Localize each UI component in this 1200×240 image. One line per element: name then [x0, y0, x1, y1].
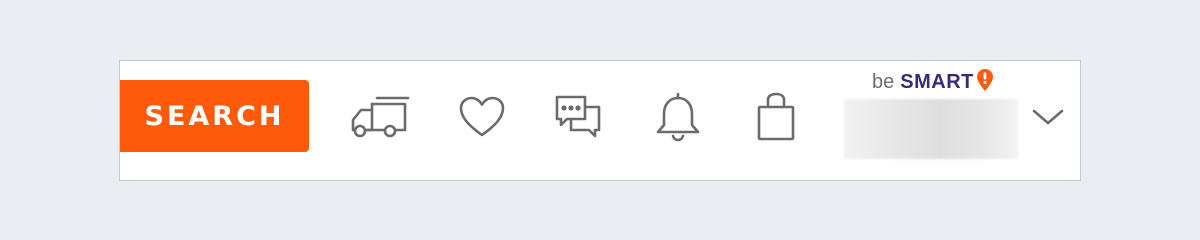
messages-button[interactable]	[547, 89, 609, 145]
be-smart-logo[interactable]: be SMART	[872, 68, 994, 97]
delivery-truck-icon	[350, 94, 410, 140]
promo-prefix: be	[872, 70, 895, 93]
account-name-redacted[interactable]	[844, 99, 1018, 159]
chevron-down-icon	[1031, 107, 1065, 132]
delivery-button[interactable]	[349, 89, 411, 145]
notifications-button[interactable]	[647, 89, 709, 145]
heart-icon	[458, 95, 506, 139]
chat-icon	[553, 92, 603, 142]
exclamation-badge-icon	[976, 68, 994, 97]
cart-button[interactable]	[745, 89, 807, 145]
shopping-bag-icon	[755, 91, 797, 143]
wishlist-button[interactable]	[451, 89, 513, 145]
header-bar: SEARCH be SMART	[119, 60, 1081, 181]
bell-icon	[654, 91, 702, 143]
search-button[interactable]: SEARCH	[120, 80, 309, 152]
promo-brand: SMART	[900, 70, 974, 93]
account-menu-toggle[interactable]	[1028, 101, 1068, 137]
